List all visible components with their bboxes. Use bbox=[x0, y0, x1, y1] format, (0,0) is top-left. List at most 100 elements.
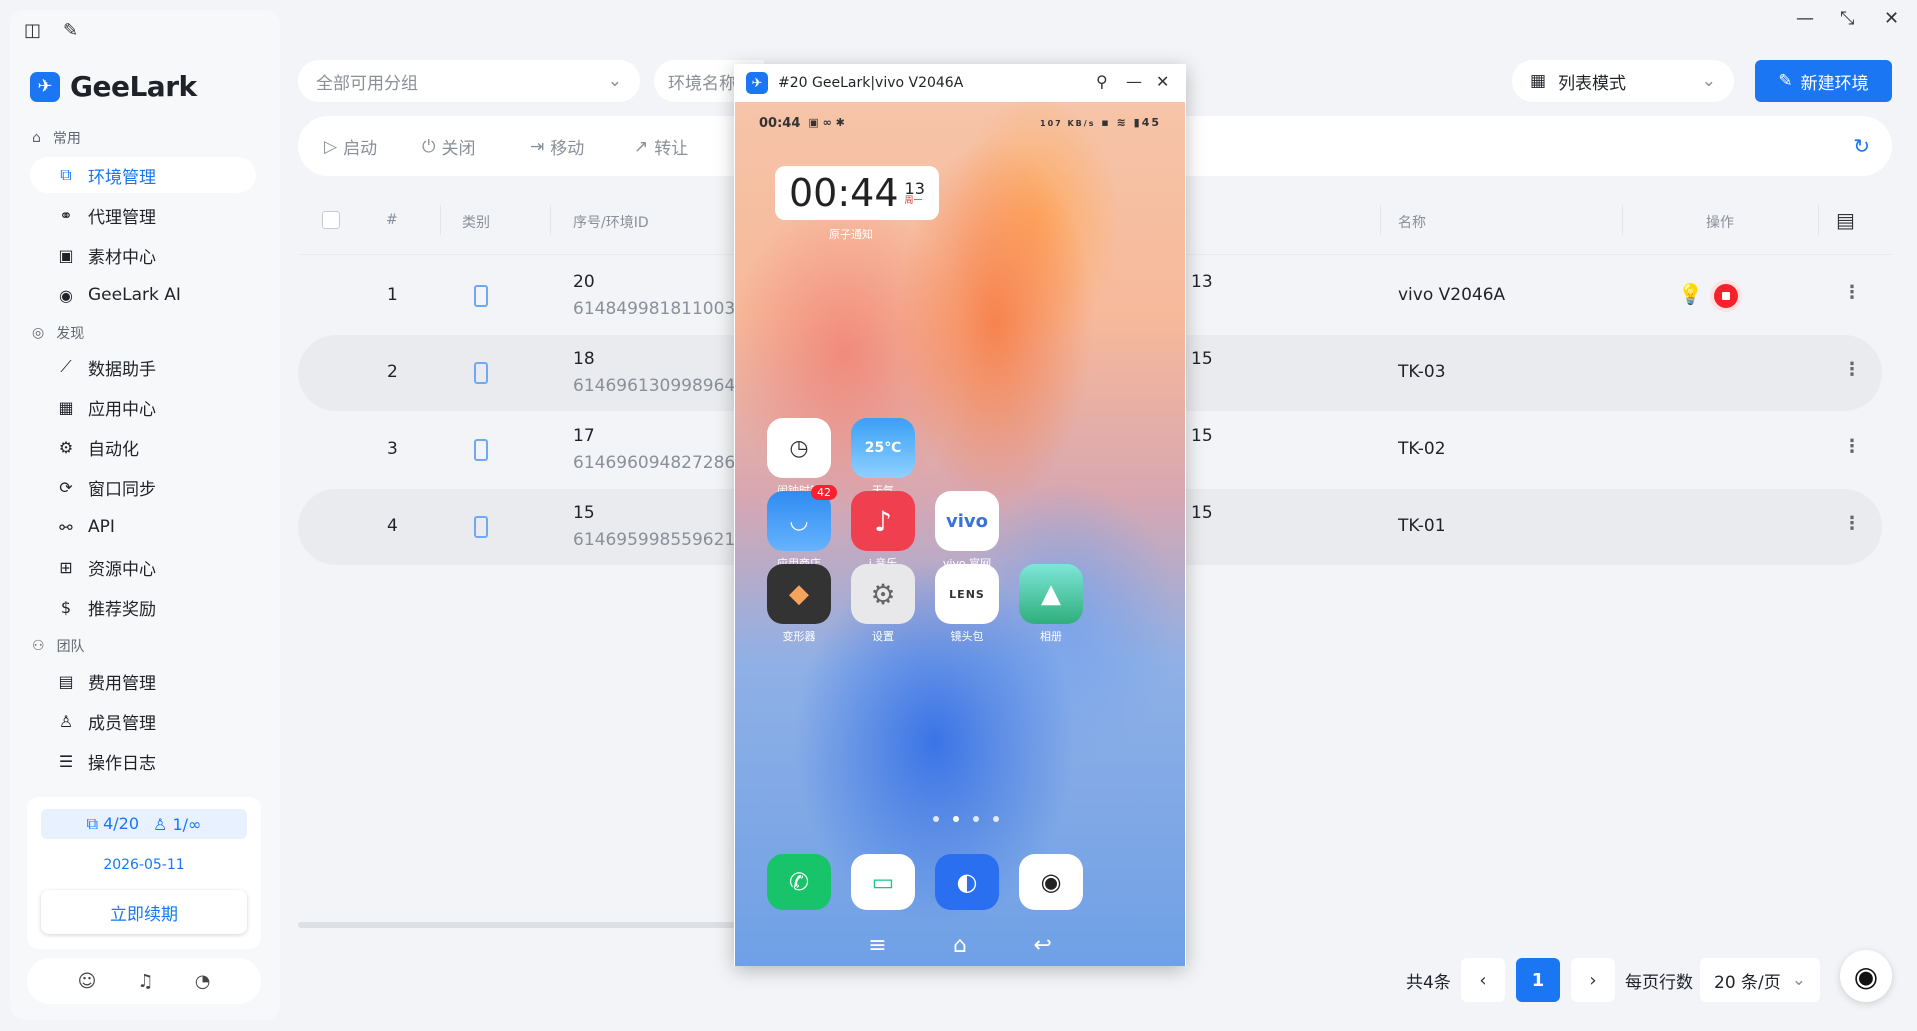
row-serial: 15 bbox=[573, 503, 595, 523]
back-icon[interactable]: ↩ bbox=[1033, 933, 1051, 958]
grid-icon: ▦ bbox=[58, 397, 74, 417]
profile-icon[interactable]: ◔ bbox=[195, 971, 211, 992]
close-env-button[interactable]: ⏻ 关闭 bbox=[422, 134, 475, 160]
ai-icon: ◉ bbox=[59, 285, 73, 305]
sidebar-item-resource-center[interactable]: ⊞ 资源中心 bbox=[30, 549, 256, 585]
page-dot bbox=[933, 816, 939, 822]
restore-icon[interactable]: ⤡ bbox=[1840, 8, 1854, 29]
page-dot bbox=[993, 816, 999, 822]
sidebar-toggle-icon[interactable]: ◫ bbox=[24, 20, 41, 41]
close-icon[interactable]: ✕ bbox=[1884, 8, 1899, 29]
sidebar-item-api[interactable]: ⚯ API bbox=[30, 509, 256, 545]
more-icon[interactable]: ⋮ bbox=[1843, 436, 1861, 457]
chevron-down-icon: ⌄ bbox=[1791, 970, 1806, 990]
row-index: 4 bbox=[387, 516, 398, 536]
row-name: TK-01 bbox=[1398, 516, 1446, 536]
sidebar-item-env-manage[interactable]: ⧉ 环境管理 bbox=[30, 157, 256, 193]
column-settings-icon[interactable]: ▤ bbox=[1836, 208, 1855, 232]
app-lens[interactable]: LENS 镜头包 bbox=[935, 564, 999, 644]
dock-messages-icon[interactable]: ▭ bbox=[851, 854, 915, 910]
next-page-button[interactable]: › bbox=[1571, 958, 1615, 1002]
sidebar-item-billing[interactable]: ▤ 费用管理 bbox=[30, 663, 256, 699]
sidebar-item-proxy[interactable]: ⚭ 代理管理 bbox=[30, 197, 256, 233]
stop-button[interactable] bbox=[1714, 284, 1738, 308]
quota-usage: ⧉ 4/20 ♙ 1/∞ bbox=[41, 809, 247, 839]
more-icon[interactable]: ⋮ bbox=[1843, 513, 1861, 534]
dock-camera-icon[interactable]: ◉ bbox=[1019, 854, 1083, 910]
header-divider bbox=[1622, 205, 1623, 235]
move-button[interactable]: ⇥ 移动 bbox=[530, 134, 584, 160]
minimize-icon[interactable]: — bbox=[1796, 8, 1814, 29]
sidebar-item-window-sync[interactable]: ⟳ 窗口同步 bbox=[30, 469, 256, 505]
header-actions: 操作 bbox=[1706, 215, 1734, 231]
edit-icon[interactable]: ✎ bbox=[63, 20, 78, 41]
dock-phone-icon[interactable]: ✆ bbox=[767, 854, 831, 910]
sidebar-item-app-center[interactable]: ▦ 应用中心 bbox=[30, 389, 256, 425]
pin-icon[interactable]: ⚲ bbox=[1096, 72, 1108, 91]
phone-icon bbox=[474, 362, 488, 384]
support-icon[interactable]: ☺ bbox=[78, 971, 97, 992]
app-vivo-site[interactable]: vivo vivo 官网 bbox=[935, 491, 999, 571]
row-mid: 15 bbox=[1191, 426, 1213, 446]
power-icon: ⏻ bbox=[422, 136, 436, 157]
phone-window-titlebar[interactable]: ✈ #20 GeeLark|vivo V2046A bbox=[734, 64, 1186, 102]
sidebar-item-data-assistant[interactable]: ⟋ 数据助手 bbox=[30, 349, 256, 385]
more-icon[interactable]: ⋮ bbox=[1843, 282, 1861, 303]
section-discover: ◎ 发现 bbox=[32, 325, 85, 342]
assistant-fab[interactable]: ◉ bbox=[1840, 950, 1892, 1002]
app-morph[interactable]: ◆ 变形器 bbox=[767, 564, 831, 644]
menu-icon[interactable]: ≡ bbox=[868, 933, 886, 958]
move-icon: ⇥ bbox=[530, 136, 545, 157]
phone-screen[interactable]: 00:44 ▣ ∞ ✱ 107 KB/s ▪ ≋ ▮45 00:44 13 周一… bbox=[735, 102, 1185, 966]
app-settings[interactable]: ⚙ 设置 bbox=[851, 564, 915, 644]
group-select[interactable]: 全部可用分组 ⌄ bbox=[298, 60, 640, 102]
sidebar-item-automation[interactable]: ⚙ 自动化 bbox=[30, 429, 256, 465]
transfer-button[interactable]: ↗ 转让 bbox=[634, 134, 688, 160]
home-icon[interactable]: ⌂ bbox=[953, 933, 967, 958]
lens-icon: LENS bbox=[935, 564, 999, 624]
header-serial: 序号/环境ID bbox=[573, 215, 649, 231]
more-icon[interactable]: ⋮ bbox=[1843, 359, 1861, 380]
dollar-icon: $ bbox=[60, 597, 72, 617]
row-serial: 18 bbox=[573, 349, 595, 369]
app-gallery[interactable]: ▲ 相册 bbox=[1019, 564, 1083, 644]
bell-icon[interactable]: ♫ bbox=[137, 971, 153, 992]
app-weather[interactable]: 25℃ 天气 bbox=[851, 418, 915, 498]
dock-browser-icon[interactable]: ◐ bbox=[935, 854, 999, 910]
page-number-button[interactable]: 1 bbox=[1516, 958, 1560, 1002]
view-mode-select[interactable]: ▦ 列表模式 ⌄ bbox=[1512, 60, 1734, 102]
page-size-select[interactable]: 20 条/页 ⌄ bbox=[1700, 958, 1820, 1002]
horizontal-scrollbar[interactable] bbox=[298, 922, 738, 928]
start-button[interactable]: ▷ 启动 bbox=[324, 134, 377, 160]
refresh-icon[interactable]: ↻ bbox=[1853, 134, 1870, 158]
sidebar-item-logs[interactable]: ☰ 操作日志 bbox=[30, 743, 256, 779]
row-serial: 17 bbox=[573, 426, 595, 446]
select-all-checkbox[interactable] bbox=[322, 211, 340, 229]
clock-widget-label: 原子通知 bbox=[829, 228, 873, 241]
phone-icon bbox=[474, 516, 488, 538]
prev-page-button[interactable]: ‹ bbox=[1461, 958, 1505, 1002]
sidebar-item-members[interactable]: ♙ 成员管理 bbox=[30, 703, 256, 739]
assistant-icon: ◉ bbox=[1853, 959, 1879, 993]
header-name: 名称 bbox=[1398, 215, 1426, 231]
page-indicator bbox=[933, 816, 999, 822]
home-icon: ⌂ bbox=[32, 130, 41, 146]
row-mid: 13 bbox=[1191, 272, 1213, 292]
close-icon[interactable]: ✕ bbox=[1156, 72, 1169, 91]
phone-window: ✈ #20 GeeLark|vivo V2046A ⚲ — ✕ 00:44 ▣ … bbox=[734, 64, 1186, 966]
section-common: ⌂ 常用 bbox=[32, 130, 81, 147]
expire-date: 2026-05-11 bbox=[103, 857, 185, 873]
app-store[interactable]: ◡42 应用商店 bbox=[767, 485, 837, 571]
sidebar-item-materials[interactable]: ▣ 素材中心 bbox=[30, 237, 256, 273]
music-icon: ♪ bbox=[851, 491, 915, 551]
sidebar-item-referral[interactable]: $ 推荐奖励 bbox=[30, 589, 256, 625]
renew-button[interactable]: 立即续期 bbox=[41, 890, 247, 934]
minimize-icon[interactable]: — bbox=[1126, 72, 1142, 91]
cube-icon: ◆ bbox=[767, 564, 831, 624]
app-music[interactable]: ♪ i 音乐 bbox=[851, 491, 915, 571]
bulb-icon[interactable]: 💡 bbox=[1678, 282, 1703, 306]
new-env-button[interactable]: ✎ 新建环境 bbox=[1755, 60, 1892, 102]
clock-icon: ◷ bbox=[767, 418, 831, 478]
sidebar-item-geelark-ai[interactable]: ◉ GeeLark AI bbox=[30, 277, 256, 313]
clock-widget[interactable]: 00:44 13 周一 bbox=[775, 166, 939, 220]
